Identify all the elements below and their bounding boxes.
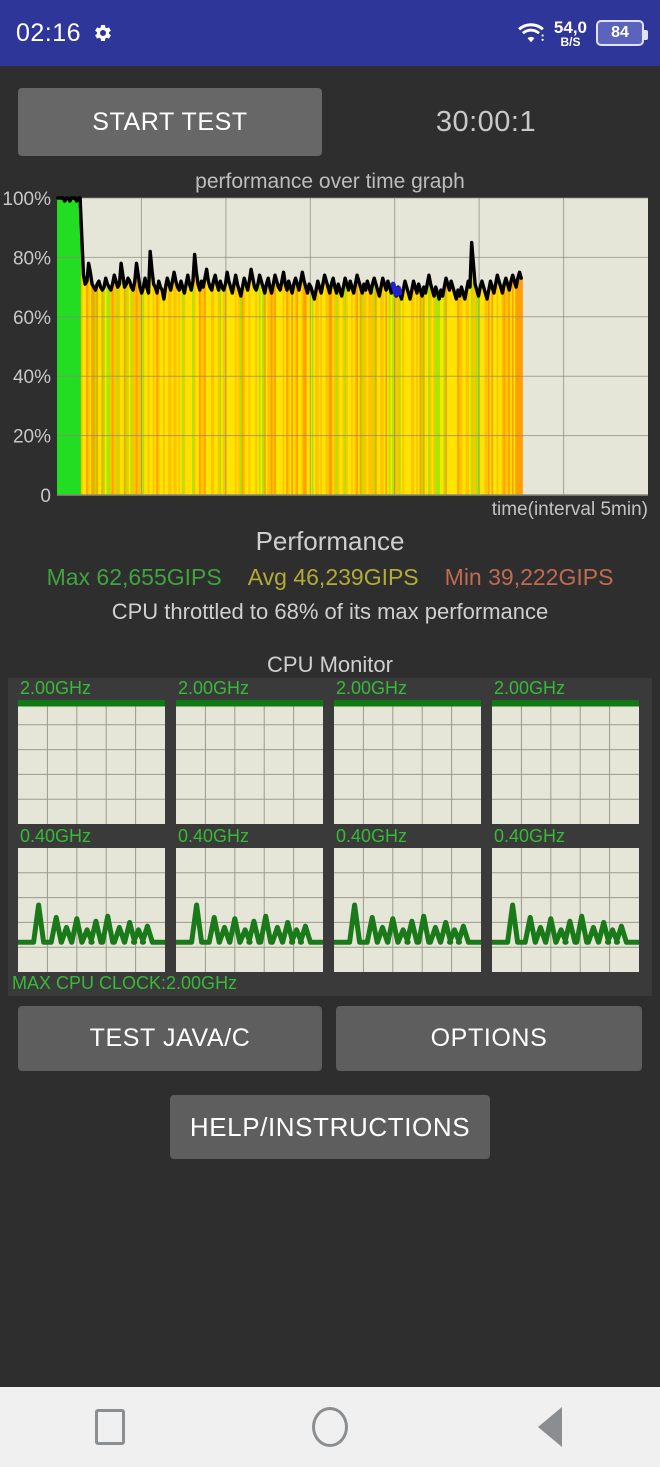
network-speed-value: 54,0: [553, 17, 587, 37]
cpu-core-3-row-1: 0.40GHz: [492, 826, 639, 974]
status-bar: 02:16 54,0 B/S 84: [0, 0, 660, 66]
status-bar-right: 54,0 B/S 84: [517, 19, 648, 48]
cpu-core-1-row-1: 0.40GHz: [176, 826, 323, 974]
chart-y-tick: 40%: [13, 367, 51, 388]
cpu-core-clock-label: 0.40GHz: [336, 826, 408, 846]
perf-min-stat: Min 39,222GIPS: [444, 564, 614, 590]
cpu-core-clock-label: 0.40GHz: [20, 826, 92, 846]
status-clock: 02:16: [16, 18, 82, 47]
status-bar-left: 02:16: [16, 19, 113, 48]
cpu-core-clock-label: 0.40GHz: [178, 826, 250, 846]
perf-max-stat: Max 62,655GIPS: [46, 564, 222, 590]
top-controls: START TEST 30:00:1: [0, 88, 660, 156]
cpu-core-row-top: 2.00GHz 2.00GHz 2.00GHz 2.00GHz: [8, 678, 652, 826]
performance-section-title: Performance: [255, 526, 405, 556]
cpu-core-graph: [18, 848, 165, 972]
cpu-core-graph: [492, 700, 639, 824]
nav-home-button[interactable]: [270, 1387, 390, 1467]
chart-y-tick: 80%: [13, 248, 51, 269]
cpu-core-clock-label: 2.00GHz: [20, 678, 92, 698]
wifi-icon: [517, 22, 545, 44]
perf-avg-stat: Avg 46,239GIPS: [247, 564, 419, 590]
throttle-message: CPU throttled to 68% of its max performa…: [111, 599, 549, 624]
cpu-core-0-row-1: 0.40GHz: [18, 826, 165, 974]
cpu-core-clock-label: 0.40GHz: [494, 826, 566, 846]
cpu-core-graph: [176, 848, 323, 972]
android-nav-bar: [0, 1387, 660, 1467]
cpu-monitor-panel: 2.00GHz 2.00GHz 2.00GHz 2.00GHz 0.40GHz 0.40…: [8, 678, 652, 996]
chart-x-axis-label: time(interval 5min): [491, 499, 648, 520]
cpu-core-row-bottom: 0.40GHz 0.40GHz 0.40GHz 0.40GHz: [8, 826, 652, 974]
cpu-core-graph: [492, 848, 639, 972]
max-cpu-clock-label: MAX CPU CLOCK:2.00GHz: [12, 973, 238, 993]
circle-icon: [312, 1407, 348, 1447]
cpu-core-1-row-0: 2.00GHz: [176, 678, 323, 826]
nav-back-button[interactable]: [490, 1387, 610, 1467]
start-test-button[interactable]: START TEST: [18, 88, 322, 156]
network-speed-unit: B/S: [560, 34, 581, 49]
chart-y-tick: 60%: [13, 308, 51, 329]
test-timer: 30:00:1: [435, 105, 537, 138]
help-instructions-button[interactable]: HELP/INSTRUCTIONS: [170, 1095, 490, 1159]
options-button[interactable]: OPTIONS: [336, 1006, 642, 1071]
nav-recents-button[interactable]: [50, 1387, 170, 1467]
chart-y-tick: 0: [40, 486, 51, 507]
cpu-core-clock-label: 2.00GHz: [494, 678, 566, 698]
cpu-core-clock-label: 2.00GHz: [178, 678, 250, 698]
cpu-core-2-row-0: 2.00GHz: [334, 678, 481, 826]
battery-level: 84: [611, 24, 629, 41]
cpu-core-graph: [176, 700, 323, 824]
cpu-core-clock-label: 2.00GHz: [336, 678, 408, 698]
performance-stats: Max 62,655GIPS Avg 46,239GIPS Min 39,222…: [0, 564, 660, 591]
cpu-monitor-title: CPU Monitor: [267, 652, 393, 677]
battery-indicator: 84: [596, 20, 648, 46]
cpu-core-0-row-0: 2.00GHz: [18, 678, 165, 826]
gear-icon[interactable]: [93, 23, 113, 43]
performance-chart-svg: 0 20% 40% 60% 80% 100%: [2, 190, 648, 507]
chart-y-tick: 20%: [13, 427, 51, 448]
square-icon: [95, 1409, 125, 1445]
cpu-core-graph: [334, 848, 481, 972]
app-root: 02:16 54,0 B/S 84 START TEST 30:00:1 per…: [0, 0, 660, 1467]
test-java-c-button[interactable]: TEST JAVA/C: [18, 1006, 322, 1071]
cpu-core-2-row-1: 0.40GHz: [334, 826, 481, 974]
network-speed: 54,0 B/S: [554, 19, 587, 48]
chart-y-tick: 100%: [2, 190, 51, 210]
performance-chart: 0 20% 40% 60% 80% 100%: [0, 190, 660, 510]
triangle-back-icon: [538, 1407, 562, 1447]
cpu-core-graph: [18, 700, 165, 824]
cpu-core-3-row-0: 2.00GHz: [492, 678, 639, 826]
cpu-core-graph: [334, 700, 481, 824]
